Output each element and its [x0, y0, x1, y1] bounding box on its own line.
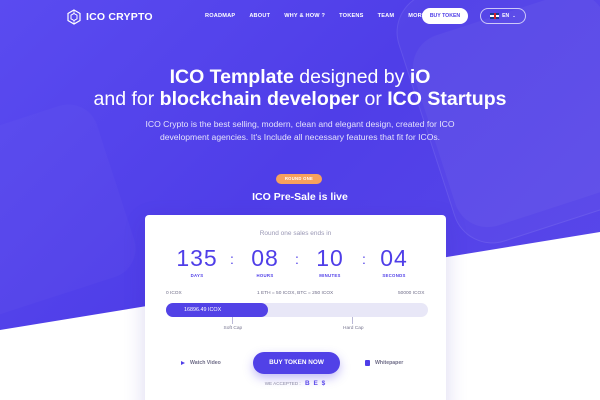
countdown-hours: 08 HOURS — [235, 245, 295, 278]
round-badge: ROUND ONE — [276, 174, 322, 184]
watch-video-label: Watch Video — [190, 360, 221, 366]
seconds-label: SECONDS — [382, 273, 406, 278]
hours-label: HOURS — [256, 273, 274, 278]
nav-item-roadmap[interactable]: ROADMAP — [205, 13, 235, 19]
language-selector[interactable]: EN ⌄ — [480, 8, 526, 24]
buy-token-now-button[interactable]: BUY TOKEN NOW — [253, 352, 340, 374]
colon-separator: : — [230, 251, 234, 267]
soft-cap-marker — [231, 317, 233, 324]
nav-item-tokens[interactable]: TOKENS — [339, 13, 363, 19]
minutes-label: MINUTES — [319, 273, 341, 278]
hero-headline: ICO Template designed by iO and for bloc… — [0, 66, 600, 110]
currency-icons: B E $ — [305, 380, 327, 387]
days-label: DAYS — [190, 273, 204, 278]
main-menu: ROADMAP ABOUT WHY & HOW ? TOKENS TEAM MO… — [205, 13, 446, 19]
presale-title: ICO Pre-Sale is live — [252, 191, 348, 203]
headline-bold: ICO Startups — [387, 88, 507, 110]
nav-item-about[interactable]: ABOUT — [249, 13, 270, 19]
hexagon-cube-icon — [67, 9, 81, 25]
top-nav: ICO CRYPTO ROADMAP ABOUT WHY & HOW ? TOK… — [0, 0, 600, 34]
soft-cap-label: Soft Cap — [223, 326, 243, 331]
brand-name: ICO CRYPTO — [86, 11, 153, 23]
language-label: EN — [502, 13, 510, 19]
headline-light: and for — [93, 88, 160, 110]
minutes-value: 10 — [316, 245, 344, 271]
countdown-days: 135 DAYS — [167, 245, 227, 278]
decor-shape — [0, 97, 143, 324]
hours-value: 08 — [251, 245, 279, 271]
headline-bold: iO — [409, 66, 431, 88]
uk-flag-icon — [490, 13, 500, 19]
sale-progress-fill: 16896.49 ICOX — [166, 303, 269, 317]
headline-light: or — [359, 88, 388, 110]
buy-token-button[interactable]: BUY TOKEN — [422, 8, 468, 24]
whitepaper-label: Whitepaper — [375, 360, 404, 366]
countdown-caption: Round one sales ends in — [259, 230, 332, 237]
progress-end-label: 50000 ICOX — [398, 291, 425, 296]
progress-labels: 0 ICOX 1 ETH = 50 ICOX, BTC = 250 ICOX 5… — [145, 291, 446, 299]
accepted-currencies: WE ACCEPTED : B E $ — [145, 380, 446, 387]
nav-item-team[interactable]: TEAM — [378, 13, 395, 19]
seconds-value: 04 — [380, 245, 408, 271]
countdown-timer: 135 DAYS : 08 HOURS : 10 MINUTES : 04 SE… — [145, 245, 446, 285]
accepted-label: WE ACCEPTED : — [264, 381, 301, 386]
sale-progress-bar: 16896.49 ICOX — [166, 303, 428, 317]
chevron-down-icon: ⌄ — [512, 13, 516, 18]
headline-line-1: ICO Template designed by iO — [0, 66, 600, 88]
token-sale-card: Round one sales ends in 135 DAYS : 08 HO… — [145, 215, 446, 400]
headline-bold: blockchain developer — [159, 88, 360, 110]
nav-item-why-how[interactable]: WHY & HOW ? — [284, 13, 325, 19]
watch-video-link[interactable]: Watch Video — [181, 360, 221, 366]
headline-bold: ICO Template — [169, 66, 294, 88]
progress-start-label: 0 ICOX — [166, 291, 182, 296]
document-icon — [365, 360, 370, 366]
countdown-minutes: 10 MINUTES — [300, 245, 360, 278]
logo[interactable]: ICO CRYPTO — [66, 9, 153, 25]
headline-line-2: and for blockchain developer or ICO Star… — [0, 88, 600, 110]
days-value: 135 — [176, 245, 218, 271]
progress-rate-label: 1 ETH = 50 ICOX, BTC = 250 ICOX — [257, 291, 334, 296]
hard-cap-marker — [352, 317, 354, 324]
headline-light: designed by — [293, 66, 410, 88]
colon-separator: : — [295, 251, 299, 267]
countdown-seconds: 04 SECONDS — [364, 245, 424, 278]
hard-cap-label: Hard Cap — [343, 326, 364, 331]
whitepaper-link[interactable]: Whitepaper — [365, 360, 403, 366]
hero-subtitle: ICO Crypto is the best selling, modern, … — [145, 119, 455, 142]
play-icon — [181, 361, 185, 365]
